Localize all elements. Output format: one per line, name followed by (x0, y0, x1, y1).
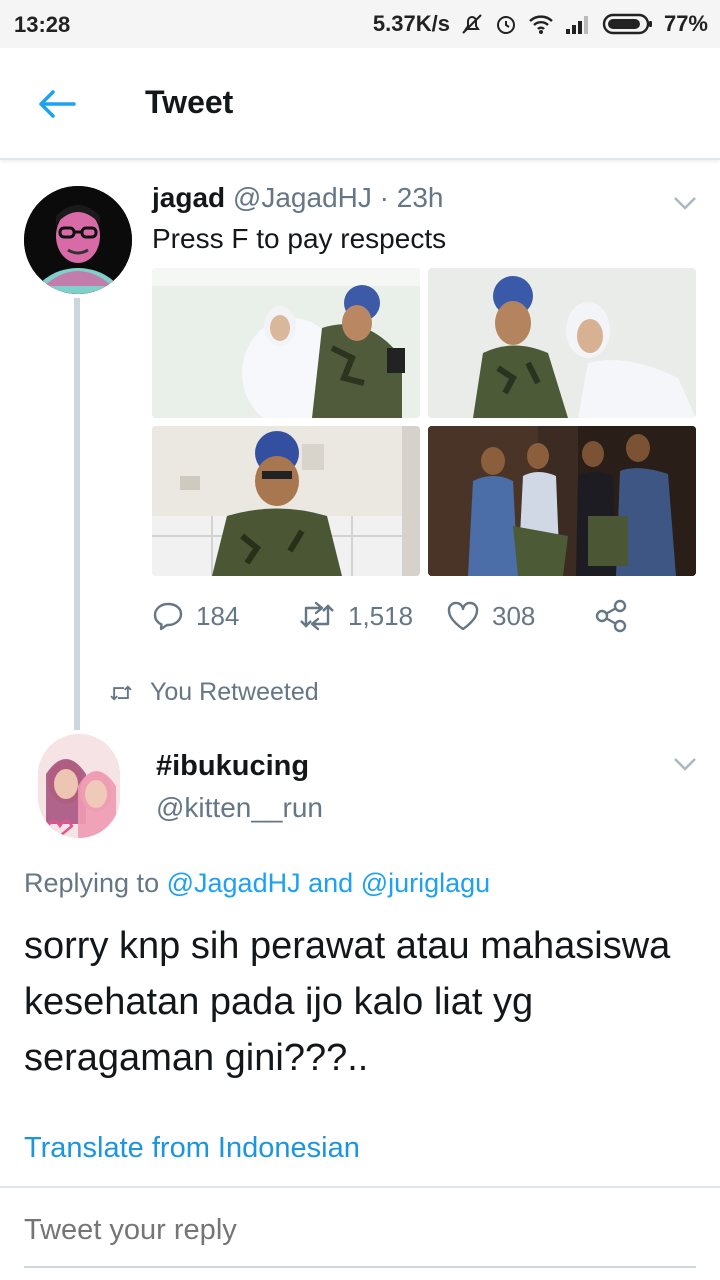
status-bar: 13:28 5.37K/s 77% (0, 0, 720, 48)
page-title: Tweet (145, 84, 234, 120)
reply-author-name[interactable]: #ibukucing (156, 750, 309, 783)
replying-to: Replying to @JagadHJ and @juriglagu (24, 868, 490, 899)
retweet-notice-text: You Retweeted (150, 678, 319, 706)
chevron-down-icon (674, 197, 696, 210)
arrow-left-icon (39, 90, 76, 118)
tweet-photo-3[interactable] (152, 426, 420, 576)
app-bar: Tweet (0, 48, 720, 160)
reply-input-underline (24, 1266, 696, 1268)
time-separator: · (371, 182, 397, 213)
battery-icon (602, 12, 654, 36)
replying-and: and (308, 868, 354, 898)
mention-link-1[interactable]: @JagadHJ (167, 868, 301, 898)
share-icon (595, 599, 627, 633)
tweet-header: jagad @JagadHJ · 23h (152, 182, 443, 214)
status-time: 13:28 (14, 12, 71, 37)
battery-percent: 77% (663, 11, 708, 36)
share-button[interactable] (594, 596, 628, 636)
network-speed: 5.37K/s (372, 11, 450, 36)
tweet-menu-button[interactable] (671, 193, 699, 213)
divider (0, 1186, 720, 1188)
thread-line (74, 298, 80, 730)
wifi-icon (528, 13, 554, 35)
retweet-icon (300, 601, 334, 631)
translate-link[interactable]: Translate from Indonesian (24, 1132, 360, 1165)
reply-input[interactable] (24, 1214, 696, 1247)
author-avatar[interactable] (24, 186, 132, 294)
chevron-down-icon (674, 758, 696, 771)
retweet-small-icon (110, 684, 132, 701)
replying-prefix: Replying to (24, 868, 160, 898)
reply-icon (153, 602, 183, 631)
reply-author-avatar[interactable] (38, 734, 120, 838)
back-button[interactable] (34, 86, 78, 122)
retweet-count: 1,518 (348, 600, 414, 631)
mention-link-2[interactable]: @juriglagu (361, 868, 490, 898)
retweet-notice: You Retweeted (108, 678, 319, 707)
reply-text: sorry knp sih perawat atau mahasiswa kes… (24, 925, 671, 1079)
reply-author-handle[interactable]: @kitten__run (156, 792, 323, 824)
status-icons: 5.37K/s 77% (373, 10, 708, 38)
alarm-icon (494, 12, 518, 36)
reply-button[interactable]: 184 (152, 596, 239, 636)
heart-icon (447, 601, 479, 631)
muted-bell-icon (460, 12, 484, 36)
author-handle[interactable]: @JagadHJ (233, 182, 372, 213)
reply-menu-button[interactable] (671, 754, 699, 774)
like-button[interactable]: 308 (446, 596, 535, 636)
like-count: 308 (492, 600, 536, 631)
tweet-text: Press F to pay respects (152, 223, 447, 254)
signal-icon (564, 13, 592, 35)
retweet-button[interactable]: 1,518 (298, 596, 413, 636)
tweet-time: 23h (396, 182, 444, 213)
author-name[interactable]: jagad (152, 182, 225, 213)
tweet-photo-1[interactable] (152, 268, 420, 418)
reply-count: 184 (196, 600, 240, 631)
tweet-photo-2[interactable] (428, 268, 696, 418)
tweet-photo-4[interactable] (428, 426, 696, 576)
